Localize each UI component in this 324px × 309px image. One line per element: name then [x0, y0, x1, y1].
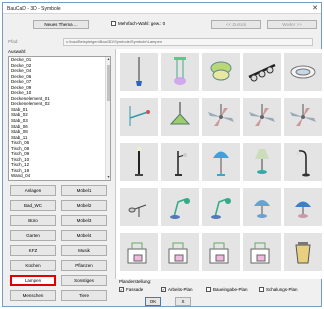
category-button-m-bel2[interactable]: Möbel2	[61, 200, 107, 211]
plan-checkbox[interactable]: Schalungs-Plan	[259, 287, 298, 292]
prev-button[interactable]: << Zurück	[211, 20, 261, 29]
window-title: BauCaD - 3D - Symbole	[7, 6, 61, 12]
ceiling-fan-icon[interactable]	[243, 98, 281, 136]
scroll-down-icon[interactable]: ▼	[106, 175, 110, 180]
ceiling-arm-icon[interactable]	[120, 98, 158, 136]
wall-lamp-icon[interactable]	[161, 233, 199, 271]
category-button-musik[interactable]: Musik	[61, 245, 107, 256]
ceiling-fan-icon[interactable]	[284, 98, 322, 136]
close-icon[interactable]: ✕	[312, 4, 318, 12]
category-button-anlagen[interactable]: Anlagen	[10, 185, 56, 196]
category-button-kfz[interactable]: KFZ	[10, 245, 56, 256]
ok-button[interactable]: OK	[145, 297, 161, 306]
lantern-icon[interactable]	[284, 233, 322, 271]
category-button-lampen[interactable]: Lampen	[10, 275, 56, 286]
wall-lamp-icon[interactable]	[202, 233, 240, 271]
plan-label: Schalungs-Plan	[266, 287, 298, 292]
floor-lamp-globe-icon[interactable]	[202, 143, 240, 181]
category-button-m-bel4[interactable]: Möbel4	[61, 230, 107, 241]
category-button-m-bel1[interactable]: Möbel1	[61, 185, 107, 196]
category-button-tiere[interactable]: Tiere	[61, 290, 107, 301]
plan-checkbox[interactable]: Baueingabe-Plan	[206, 287, 248, 292]
category-button-garten[interactable]: Garten	[10, 230, 56, 241]
category-button-pflanzen[interactable]: Pflanzen	[61, 260, 107, 271]
multi-select-checkbox[interactable]: Mehrfach-Wahl: gew.: 0	[111, 21, 165, 26]
cancel-button[interactable]: X	[175, 297, 191, 306]
ceiling-disc-icon[interactable]	[284, 53, 322, 91]
new-theme-button[interactable]: Neues Thema ...	[33, 20, 89, 29]
wall-lamp-icon[interactable]	[243, 233, 281, 271]
plan-label: Planderstellung:	[119, 279, 152, 284]
floor-lamp-arc-icon[interactable]	[161, 143, 199, 181]
ceiling-fan-icon[interactable]	[202, 98, 240, 136]
checkmark-icon[interactable]: ✓	[119, 287, 124, 292]
plan-label: Fassade	[126, 287, 144, 292]
category-button-bad-wc[interactable]: Bad_WC	[10, 200, 56, 211]
scroll-up-icon[interactable]: ▲	[106, 57, 110, 62]
category-button-sonstiges[interactable]: Sonstiges	[61, 275, 107, 286]
pendant-lamp-icon[interactable]	[161, 53, 199, 91]
list-items: Decke_01 Decke_02 Decke_04 Decke_06 Decke_07…	[9, 57, 110, 179]
path-field: c:\bau\Beispielgen\Bau\3D\Symbole\Symbol…	[63, 38, 313, 46]
table-lamp-icon[interactable]	[243, 143, 281, 181]
checkbox-box[interactable]	[259, 287, 264, 292]
hanging-lamp-icon[interactable]	[120, 53, 158, 91]
table-lamp-shade-icon[interactable]	[243, 188, 281, 226]
symbol-listbox[interactable]: Decke_01 Decke_02 Decke_04 Decke_06 Decke_07…	[8, 56, 111, 181]
floor-lamp-curve-icon[interactable]	[284, 143, 322, 181]
plan-checkbox[interactable]: ✓ Arbeits-Plan	[161, 287, 193, 292]
symbol-dialog: BauCaD - 3D - Symbole ✕ Neues Thema ... …	[2, 2, 323, 307]
list-item[interactable]: Wand_04	[9, 173, 110, 179]
spotlight-icon[interactable]	[120, 188, 158, 226]
checkbox-box[interactable]	[206, 287, 211, 292]
plan-label: Arbeits-Plan	[168, 287, 193, 292]
ceiling-lamp-icon[interactable]	[202, 53, 240, 91]
scroll-thumb[interactable]	[107, 65, 110, 101]
category-button-menschen[interactable]: Menschen	[10, 290, 56, 301]
desk-lamp-icon[interactable]	[161, 188, 199, 226]
list-scrollbar[interactable]: ▲ ▼	[105, 57, 110, 180]
checkbox-box[interactable]	[111, 21, 116, 26]
floor-lamp-icon[interactable]	[120, 143, 158, 181]
plan-label: Baueingabe-Plan	[213, 287, 248, 292]
next-button[interactable]: Weiter >>	[267, 20, 317, 29]
symbol-grid	[115, 49, 323, 279]
desk-lamp-icon[interactable]	[202, 188, 240, 226]
selection-label: Auswahl:	[8, 49, 27, 54]
category-button-m-bel3[interactable]: Möbel3	[61, 215, 107, 226]
spotlight-rail-icon[interactable]	[243, 53, 281, 91]
checkmark-icon[interactable]: ✓	[161, 287, 166, 292]
category-button-b-ro[interactable]: Büro	[10, 215, 56, 226]
category-button-k-chen[interactable]: Küchen	[10, 260, 56, 271]
pendant-shade-icon[interactable]	[161, 98, 199, 136]
plan-checkbox[interactable]: ✓ Fassade	[119, 287, 143, 292]
multi-select-label: Mehrfach-Wahl: gew.: 0	[118, 21, 166, 26]
table-lamp-dome-icon[interactable]	[284, 188, 322, 226]
wall-lamp-icon[interactable]	[120, 233, 158, 271]
title-bar: BauCaD - 3D - Symbole ✕	[3, 3, 321, 14]
path-label: Pfad:	[8, 39, 19, 44]
